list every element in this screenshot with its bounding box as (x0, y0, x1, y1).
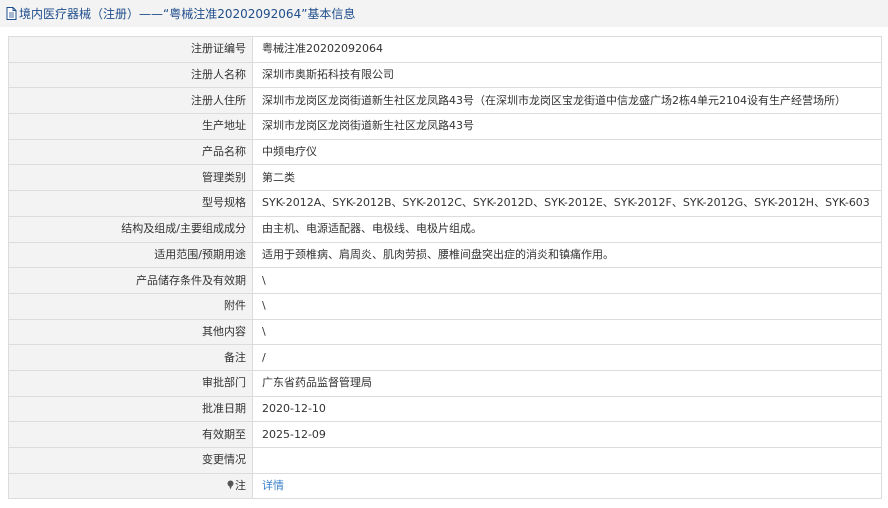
note-value-cell: 详情 (252, 472, 882, 500)
row-value: 第二类 (252, 164, 882, 192)
pin-icon (227, 480, 234, 490)
info-table-wrapper: 注册证编号 粤械注准20202092064 注册人名称 深圳市奥斯拓科技有限公司 注册人… (8, 36, 882, 500)
document-icon (6, 7, 17, 20)
row-value: 深圳市龙岗区龙岗街道新生社区龙凤路43号（在深圳市龙岗区宝龙街道中信龙盛广场2栋… (252, 87, 882, 115)
table-row: 适用范围/预期用途 适用于颈椎病、肩周炎、肌肉劳损、腰椎间盘突出症的消炎和镇痛作用… (8, 241, 882, 269)
table-row: 附件 \ (8, 292, 882, 320)
table-row: 注册人名称 深圳市奥斯拓科技有限公司 (8, 61, 882, 89)
row-label: 注册人名称 (8, 61, 253, 89)
row-value: / (252, 344, 882, 371)
row-value: 深圳市奥斯拓科技有限公司 (252, 61, 882, 89)
row-label: 产品名称 (8, 138, 253, 166)
row-value (252, 447, 882, 474)
page-title: 境内医疗器械（注册）——“粤械注准20202092064”基本信息 (19, 7, 356, 21)
row-label: 附件 (8, 292, 253, 320)
table-row: 注册证编号 粤械注准20202092064 (8, 36, 882, 63)
row-label: 管理类别 (8, 164, 253, 192)
row-label: 批准日期 (8, 395, 253, 423)
row-label: 审批部门 (8, 369, 253, 397)
row-label: 其他内容 (8, 318, 253, 346)
table-row: 其他内容 \ (8, 318, 882, 346)
row-label: 生产地址 (8, 113, 253, 140)
row-value: 广东省药品监督管理局 (252, 369, 882, 397)
info-table: 注册证编号 粤械注准20202092064 注册人名称 深圳市奥斯拓科技有限公司 注册人… (8, 36, 882, 500)
row-value: \ (252, 267, 882, 294)
row-value: \ (252, 318, 882, 346)
row-label: 适用范围/预期用途 (8, 241, 253, 269)
row-label: 变更情况 (8, 447, 253, 474)
table-row: 管理类别 第二类 (8, 164, 882, 192)
row-value: 粤械注准20202092064 (252, 36, 882, 63)
table-row: 产品名称 中频电疗仪 (8, 138, 882, 166)
table-row: 型号规格 SYK-2012A、SYK-2012B、SYK-2012C、SYK-20… (8, 190, 882, 217)
row-value: SYK-2012A、SYK-2012B、SYK-2012C、SYK-2012D、… (252, 190, 882, 217)
row-value: 由主机、电源适配器、电极线、电极片组成。 (252, 215, 882, 243)
row-label: 结构及组成/主要组成成分 (8, 215, 253, 243)
table-row: 审批部门 广东省药品监督管理局 (8, 369, 882, 397)
table-row: 有效期至 2025-12-09 (8, 421, 882, 448)
row-label: 备注 (8, 344, 253, 371)
table-row: 结构及组成/主要组成成分 由主机、电源适配器、电极线、电极片组成。 (8, 215, 882, 243)
details-link[interactable]: 详情 (262, 479, 284, 492)
row-value: \ (252, 292, 882, 320)
row-label: 产品储存条件及有效期 (8, 267, 253, 294)
table-row: 注册人住所 深圳市龙岗区龙岗街道新生社区龙凤路43号（在深圳市龙岗区宝龙街道中信龙… (8, 87, 882, 115)
row-label: 注册人住所 (8, 87, 253, 115)
row-value: 中频电疗仪 (252, 138, 882, 166)
row-value: 深圳市龙岗区龙岗街道新生社区龙凤路43号 (252, 113, 882, 140)
note-label: 注 (235, 479, 246, 493)
table-row: 产品储存条件及有效期 \ (8, 267, 882, 294)
row-label: 有效期至 (8, 421, 253, 448)
row-value: 2025-12-09 (252, 421, 882, 448)
table-row: 备注 / (8, 344, 882, 371)
table-row: 生产地址 深圳市龙岗区龙岗街道新生社区龙凤路43号 (8, 113, 882, 140)
row-value: 2020-12-10 (252, 395, 882, 423)
note-label-cell: 注 (8, 472, 253, 500)
table-row: 变更情况 (8, 447, 882, 474)
table-row: 批准日期 2020-12-10 (8, 395, 882, 423)
note-row: 注 详情 (8, 472, 882, 500)
row-label: 注册证编号 (8, 36, 253, 63)
page-header: 境内医疗器械（注册）——“粤械注准20202092064”基本信息 (0, 0, 888, 27)
row-label: 型号规格 (8, 190, 253, 217)
row-value: 适用于颈椎病、肩周炎、肌肉劳损、腰椎间盘突出症的消炎和镇痛作用。 (252, 241, 882, 269)
